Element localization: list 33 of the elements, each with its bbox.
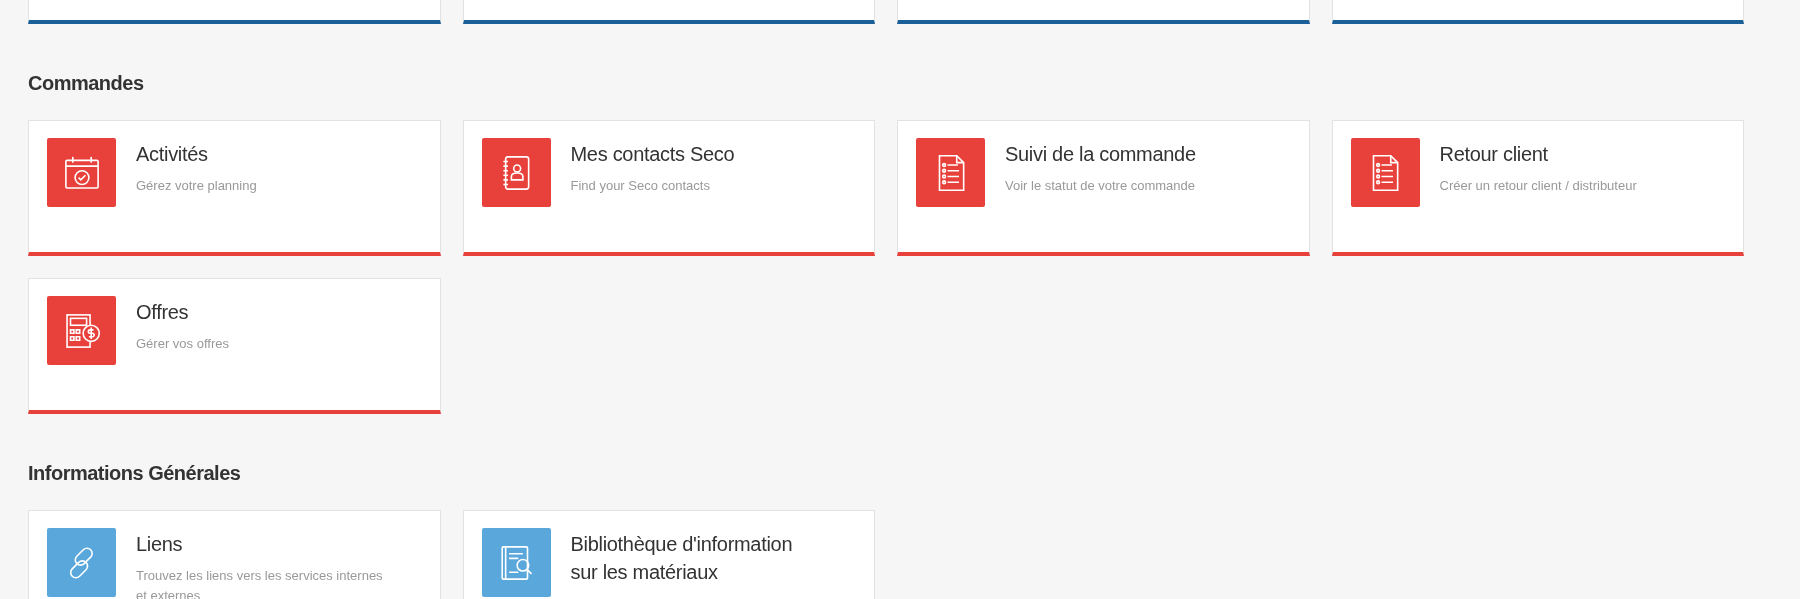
checklist-document-icon (1350, 138, 1420, 207)
tile-description: Trouvez les liens vers les services internes et externes (136, 567, 384, 599)
tile-card[interactable]: Bibliothèque d'information sur les matériaux (462, 510, 875, 599)
tile-description: Créer un retour client / distributeur (1439, 177, 1637, 195)
section-heading: Commandes (28, 71, 145, 96)
tile-card[interactable] (1331, 0, 1744, 24)
tile-title: Suivi de la commande (1005, 142, 1196, 167)
tile-card[interactable] (462, 0, 875, 24)
tile-description: Gérez votre planning (136, 177, 257, 195)
tile-title: Bibliothèque d'information sur les matériaux (570, 532, 794, 585)
tile-card[interactable]: Retour client Créer un retour client / distributeur (1331, 120, 1744, 256)
contact-book-icon (481, 138, 551, 207)
document-search-icon (481, 528, 551, 597)
tile-title: Mes contacts Seco (570, 142, 735, 167)
tile-title: Liens (136, 532, 184, 557)
tile-title: Activités (136, 142, 209, 167)
tile-description: Find your Seco contacts (570, 177, 711, 195)
tile-card[interactable]: Activités Gérez votre planning (28, 120, 441, 256)
checklist-document-icon (916, 138, 985, 207)
tile-description: Voir le statut de votre commande (1005, 177, 1196, 195)
chain-link-icon (47, 528, 116, 597)
tile-card[interactable]: Liens Trouvez les liens vers les services internes et externes (28, 510, 441, 599)
tile-card[interactable] (897, 0, 1310, 24)
tile-title: Offres (136, 300, 190, 325)
tile-card[interactable]: Mes contacts Seco Find your Seco contacts (462, 120, 875, 256)
tile-card[interactable]: Suivi de la commande Voir le statut de votre commande (897, 120, 1310, 256)
tile-card[interactable]: Offres Gérer vos offres (28, 278, 441, 414)
section-heading: Informations Générales (28, 461, 242, 486)
calculator-dollar-icon (47, 296, 116, 365)
calendar-check-icon (47, 138, 116, 207)
tile-card[interactable] (28, 0, 441, 24)
tile-description: Gérer vos offres (136, 335, 229, 353)
tile-title: Retour client (1439, 142, 1549, 167)
